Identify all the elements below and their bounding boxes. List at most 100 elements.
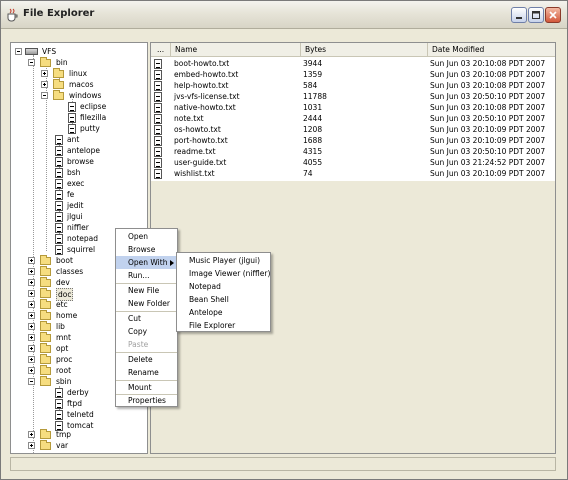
expand-icon[interactable] (28, 356, 35, 363)
expand-icon[interactable] (28, 323, 35, 330)
tree-node-doc[interactable]: doc (28, 288, 128, 301)
column-header-name[interactable]: Name (171, 43, 301, 57)
tree-node-fe[interactable]: fe (55, 189, 135, 200)
tree-node-var[interactable]: var (28, 440, 128, 451)
tree-node-mnt[interactable]: mnt (28, 332, 128, 343)
executable-icon (55, 245, 63, 255)
expand-icon[interactable] (28, 290, 35, 297)
menu-item-browse[interactable]: Browse (116, 243, 177, 256)
menu-item-run[interactable]: Run... (116, 269, 177, 282)
tree-node-bin[interactable]: bin (28, 57, 138, 68)
tree-node-macos[interactable]: macos (41, 79, 141, 90)
table-row[interactable]: embed-howto.txt 1359 Sun Jun 03 20:10:08… (151, 69, 555, 80)
tree-node-vfs[interactable]: VFS (15, 46, 135, 57)
tree-node-root[interactable]: root (28, 365, 128, 376)
tree-node-lib[interactable]: lib (28, 321, 128, 332)
table-header: ... Name Bytes Date Modified (151, 43, 555, 57)
tree-node-browse[interactable]: browse (55, 156, 135, 167)
expand-icon[interactable] (28, 367, 35, 374)
expand-icon[interactable] (28, 301, 35, 308)
executable-icon (55, 190, 63, 200)
tree-label: mnt (56, 333, 71, 342)
expand-icon[interactable] (28, 334, 35, 341)
tree-node-proc[interactable]: proc (28, 354, 128, 365)
menu-item-music-player[interactable]: Music Player (jlgui) (177, 254, 270, 267)
menu-item-new-file[interactable]: New File (116, 284, 177, 297)
tree-node-eclipse[interactable]: eclipse (68, 101, 138, 112)
expand-icon[interactable] (28, 442, 35, 449)
table-row[interactable]: os-howto.txt 1208 Sun Jun 03 20:10:09 PD… (151, 124, 555, 135)
tree-node-boot[interactable]: boot (28, 255, 128, 266)
minimize-button[interactable] (511, 7, 527, 23)
file-table[interactable]: ... Name Bytes Date Modified boot-howto.… (150, 42, 556, 454)
cell-date: Sun Jun 03 20:10:09 PDT 2007 (430, 136, 546, 145)
table-row[interactable]: native-howto.txt 1031 Sun Jun 03 20:10:0… (151, 102, 555, 113)
collapse-icon[interactable] (28, 59, 35, 66)
expand-icon[interactable] (28, 257, 35, 264)
table-row[interactable]: user-guide.txt 4055 Sun Jun 03 21:24:52 … (151, 157, 555, 168)
executable-icon (68, 113, 76, 123)
title-bar[interactable]: File Explorer (1, 1, 567, 29)
tree-node-filezilla[interactable]: filezilla (68, 112, 138, 123)
table-row[interactable]: port-howto.txt 1688 Sun Jun 03 20:10:09 … (151, 135, 555, 146)
table-row[interactable]: jvs-vfs-license.txt 11788 Sun Jun 03 20:… (151, 91, 555, 102)
window-title: File Explorer (23, 8, 95, 19)
menu-item-file-explorer[interactable]: File Explorer (177, 319, 270, 332)
table-row[interactable]: help-howto.txt 584 Sun Jun 03 20:10:08 P… (151, 80, 555, 91)
menu-item-new-folder[interactable]: New Folder (116, 297, 177, 310)
column-header-icon[interactable]: ... (151, 43, 171, 57)
expand-icon[interactable] (41, 81, 48, 88)
expand-icon[interactable] (28, 268, 35, 275)
menu-item-rename[interactable]: Rename (116, 366, 177, 379)
menu-item-delete[interactable]: Delete (116, 353, 177, 366)
table-row[interactable]: note.txt 2444 Sun Jun 03 20:50:10 PDT 20… (151, 113, 555, 124)
menu-item-mount[interactable]: Mount (116, 381, 177, 394)
maximize-button[interactable] (528, 7, 544, 23)
tree-node-etc[interactable]: etc (28, 299, 128, 310)
tree-node-jlgui[interactable]: jlgui (55, 211, 135, 222)
column-header-date[interactable]: Date Modified (428, 43, 555, 57)
expand-icon[interactable] (28, 279, 35, 286)
tree-node-dev[interactable]: dev (28, 277, 128, 288)
menu-item-notepad[interactable]: Notepad (177, 280, 270, 293)
menu-item-copy[interactable]: Copy (116, 325, 177, 338)
menu-item-properties[interactable]: Properties (116, 394, 177, 407)
close-button[interactable] (545, 7, 561, 23)
expand-icon[interactable] (28, 312, 35, 319)
table-row[interactable]: readme.txt 4315 Sun Jun 03 20:50:10 PDT … (151, 146, 555, 157)
menu-item-antelope[interactable]: Antelope (177, 306, 270, 319)
tree-node-classes[interactable]: classes (28, 266, 128, 277)
tree-node-bsh[interactable]: bsh (55, 167, 135, 178)
collapse-icon[interactable] (28, 378, 35, 385)
tree-node-antelope[interactable]: antelope (55, 145, 135, 156)
tree-node-jedit[interactable]: jedit (55, 200, 135, 211)
expand-icon[interactable] (41, 70, 48, 77)
menu-item-image-viewer[interactable]: Image Viewer (niffler) (177, 267, 270, 280)
tree-node-putty[interactable]: putty (68, 123, 138, 134)
tree-node-opt[interactable]: opt (28, 343, 128, 354)
collapse-icon[interactable] (41, 92, 48, 99)
tree-node-ant[interactable]: ant (55, 134, 135, 145)
menu-item-open-with[interactable]: Open With (116, 256, 177, 269)
tree-label: telnetd (67, 410, 94, 419)
menu-item-open[interactable]: Open (116, 230, 177, 243)
tree-node-linux[interactable]: linux (41, 68, 141, 79)
menu-item-cut[interactable]: Cut (116, 312, 177, 325)
collapse-icon[interactable] (15, 48, 22, 55)
table-row[interactable]: wishlist.txt 74 Sun Jun 03 20:10:09 PDT … (151, 168, 555, 179)
tree-label: windows (69, 91, 102, 100)
expand-icon[interactable] (28, 431, 35, 438)
column-header-bytes[interactable]: Bytes (301, 43, 428, 57)
menu-item-bean-shell[interactable]: Bean Shell (177, 293, 270, 306)
folder-icon (40, 332, 51, 342)
tree-label: ftpd (67, 399, 82, 408)
tree-node-windows[interactable]: windows (41, 90, 141, 101)
tree-node-tmp[interactable]: tmp (28, 429, 128, 440)
table-row[interactable]: boot-howto.txt 3944 Sun Jun 03 20:10:08 … (151, 58, 555, 69)
tree-node-exec[interactable]: exec (55, 178, 135, 189)
tree-node-telnetd[interactable]: telnetd (55, 409, 135, 420)
expand-icon[interactable] (28, 345, 35, 352)
tree-node-home[interactable]: home (28, 310, 128, 321)
tree-label: notepad (67, 234, 99, 243)
tree-node-sbin[interactable]: sbin (28, 376, 128, 387)
